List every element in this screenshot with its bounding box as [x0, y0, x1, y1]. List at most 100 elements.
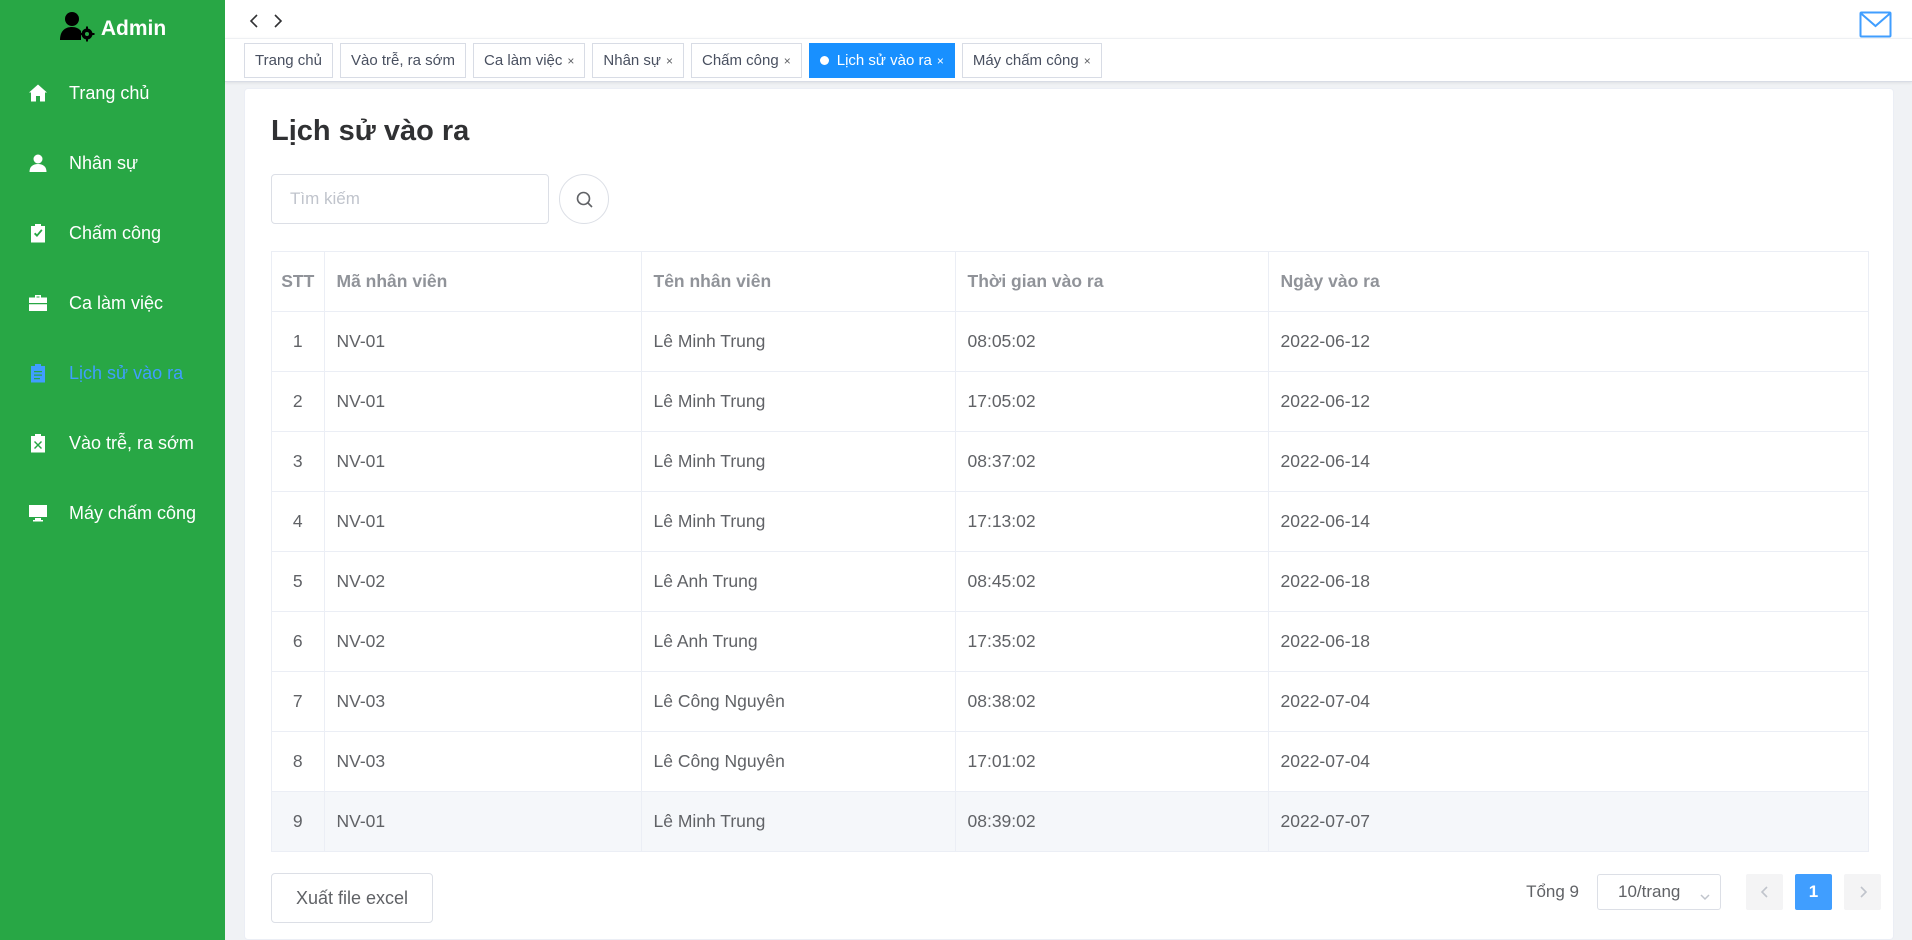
- admin-user-gear-icon: [59, 10, 95, 48]
- cell-time: 08:39:02: [955, 791, 1269, 851]
- monitor-icon: [27, 502, 49, 524]
- search-input[interactable]: [271, 174, 549, 224]
- tag-label: Máy chấm công: [972, 52, 1079, 69]
- tag-close-icon[interactable]: ×: [567, 54, 574, 68]
- app-root: Admin Trang chủ Nhân sự Chấm công Ca làm…: [0, 0, 1912, 940]
- sidebar-item-label: Ca làm việc: [69, 292, 164, 313]
- cell-employee-id: NV-01: [324, 371, 642, 432]
- table-row[interactable]: 6 NV-02 Lê Anh Trung 17:35:02 2022-06-18: [272, 611, 1868, 672]
- briefcase-icon: [27, 292, 49, 314]
- tag-trang-chu[interactable]: Trang chủ: [244, 43, 333, 78]
- cell-time: 17:05:02: [955, 371, 1269, 432]
- cell-employee-id: NV-03: [324, 731, 642, 792]
- table-row[interactable]: 2 NV-01 Lê Minh Trung 17:05:02 2022-06-1…: [272, 371, 1868, 432]
- top-header: [225, 0, 1912, 38]
- search-button[interactable]: [559, 174, 609, 224]
- cell-employee-id: NV-03: [324, 671, 642, 732]
- tag-label: Chấm công: [702, 52, 779, 69]
- column-header-employee-id: Mã nhân viên: [324, 252, 642, 312]
- sidebar-item-label: Trang chủ: [69, 82, 150, 103]
- sidebar-item-label: Vào trễ, ra sớm: [69, 432, 194, 453]
- tag-nhan-su[interactable]: Nhân sự ×: [592, 43, 684, 78]
- cell-stt: 1: [272, 311, 325, 372]
- sidebar-item-cham-cong[interactable]: Chấm công: [0, 198, 225, 268]
- forward-arrow-icon[interactable]: [271, 14, 285, 28]
- tag-close-icon[interactable]: ×: [666, 54, 673, 68]
- cell-stt: 9: [272, 791, 325, 851]
- search-icon: [576, 191, 593, 208]
- content-card: Lịch sử vào ra STT Mã nhân viên: [244, 88, 1894, 940]
- sidebar-item-may-cham-cong[interactable]: Máy chấm công: [0, 478, 225, 548]
- table-row[interactable]: 1 NV-01 Lê Minh Trung 08:05:02 2022-06-1…: [272, 311, 1868, 372]
- cell-stt: 3: [272, 431, 325, 492]
- cell-time: 08:37:02: [955, 431, 1269, 492]
- cell-employee-name: Lê Minh Trung: [641, 791, 956, 851]
- cell-employee-name: Lê Anh Trung: [641, 551, 956, 612]
- tag-close-icon[interactable]: ×: [784, 54, 791, 68]
- brand-title: Admin: [100, 17, 167, 40]
- prev-page-button[interactable]: [1746, 874, 1783, 910]
- next-page-button[interactable]: [1844, 874, 1881, 910]
- cell-time: 17:01:02: [955, 731, 1269, 792]
- tag-close-icon[interactable]: ×: [1084, 54, 1091, 68]
- tags-view-bar: Trang chủ Vào trễ, ra sớm Ca làm việc × …: [225, 38, 1912, 82]
- cell-employee-name: Lê Công Nguyên: [641, 731, 956, 792]
- cell-stt: 2: [272, 371, 325, 432]
- sidebar-item-vao-tre-ra-som[interactable]: Vào trễ, ra sớm: [0, 408, 225, 478]
- page-number-button[interactable]: 1: [1795, 874, 1832, 910]
- cell-date: 2022-07-04: [1268, 731, 1868, 792]
- table-row[interactable]: 4 NV-01 Lê Minh Trung 17:13:02 2022-06-1…: [272, 491, 1868, 552]
- column-header-employee-name: Tên nhân viên: [641, 252, 956, 312]
- tags-list: Trang chủ Vào trễ, ra sớm Ca làm việc × …: [244, 43, 1102, 78]
- clipboard-x-icon: [27, 432, 49, 454]
- sidebar: Admin Trang chủ Nhân sự Chấm công Ca làm…: [0, 0, 225, 940]
- table-row[interactable]: 8 NV-03 Lê Công Nguyên 17:01:02 2022-07-…: [272, 731, 1868, 792]
- mail-icon[interactable]: [1859, 11, 1892, 38]
- page-size-select[interactable]: 10/trang: [1597, 874, 1721, 910]
- sidebar-item-label: Chấm công: [69, 222, 162, 243]
- export-excel-button[interactable]: Xuất file excel: [271, 873, 433, 923]
- column-header-time: Thời gian vào ra: [955, 252, 1269, 312]
- tag-ca-lam-viec[interactable]: Ca làm việc ×: [473, 43, 586, 78]
- history-table: STT Mã nhân viên Tên nhân viên Thời gian…: [271, 251, 1869, 852]
- sidebar-item-trang-chu[interactable]: Trang chủ: [0, 58, 225, 128]
- cell-employee-id: NV-02: [324, 611, 642, 672]
- chevron-left-icon: [1760, 886, 1768, 898]
- tag-lich-su-vao-ra[interactable]: Lịch sử vào ra ×: [808, 43, 955, 78]
- table-row[interactable]: 7 NV-03 Lê Công Nguyên 08:38:02 2022-07-…: [272, 671, 1868, 732]
- table-row[interactable]: 9 NV-01 Lê Minh Trung 08:39:02 2022-07-0…: [272, 791, 1868, 851]
- tag-label: Vào trễ, ra sớm: [350, 52, 456, 69]
- cell-stt: 8: [272, 731, 325, 792]
- cell-employee-name: Lê Minh Trung: [641, 431, 956, 492]
- back-arrow-icon[interactable]: [247, 14, 261, 28]
- clipboard-list-icon: [27, 362, 49, 384]
- cell-employee-id: NV-01: [324, 311, 642, 372]
- sidebar-item-label: Nhân sự: [69, 152, 139, 173]
- home-icon: [27, 82, 49, 104]
- cell-time: 08:45:02: [955, 551, 1269, 612]
- chevron-down-icon: [1700, 887, 1710, 901]
- cell-employee-name: Lê Minh Trung: [641, 491, 956, 552]
- sidebar-item-nhan-su[interactable]: Nhân sự: [0, 128, 225, 198]
- sidebar-item-label: Lịch sử vào ra: [69, 362, 184, 383]
- column-header-date: Ngày vào ra: [1268, 252, 1868, 312]
- chevron-right-icon: [1859, 886, 1867, 898]
- cell-date: 2022-07-07: [1268, 791, 1868, 851]
- cell-employee-name: Lê Minh Trung: [641, 311, 956, 372]
- tag-label: Trang chủ: [255, 52, 322, 69]
- cell-time: 17:13:02: [955, 491, 1269, 552]
- clipboard-check-icon: [27, 222, 49, 244]
- table-row[interactable]: 5 NV-02 Lê Anh Trung 08:45:02 2022-06-18: [272, 551, 1868, 612]
- cell-employee-id: NV-02: [324, 551, 642, 612]
- tag-close-icon[interactable]: ×: [937, 54, 944, 68]
- cell-time: 08:38:02: [955, 671, 1269, 732]
- tag-may-cham-cong[interactable]: Máy chấm công ×: [961, 43, 1102, 78]
- sidebar-item-ca-lam-viec[interactable]: Ca làm việc: [0, 268, 225, 338]
- cell-employee-id: NV-01: [324, 431, 642, 492]
- tag-cham-cong[interactable]: Chấm công ×: [691, 43, 802, 78]
- sidebar-item-lich-su-vao-ra[interactable]: Lịch sử vào ra: [0, 338, 225, 408]
- cell-time: 08:05:02: [955, 311, 1269, 372]
- cell-employee-name: Lê Anh Trung: [641, 611, 956, 672]
- tag-vao-tre-ra-som[interactable]: Vào trễ, ra sớm: [339, 43, 467, 78]
- table-row[interactable]: 3 NV-01 Lê Minh Trung 08:37:02 2022-06-1…: [272, 431, 1868, 492]
